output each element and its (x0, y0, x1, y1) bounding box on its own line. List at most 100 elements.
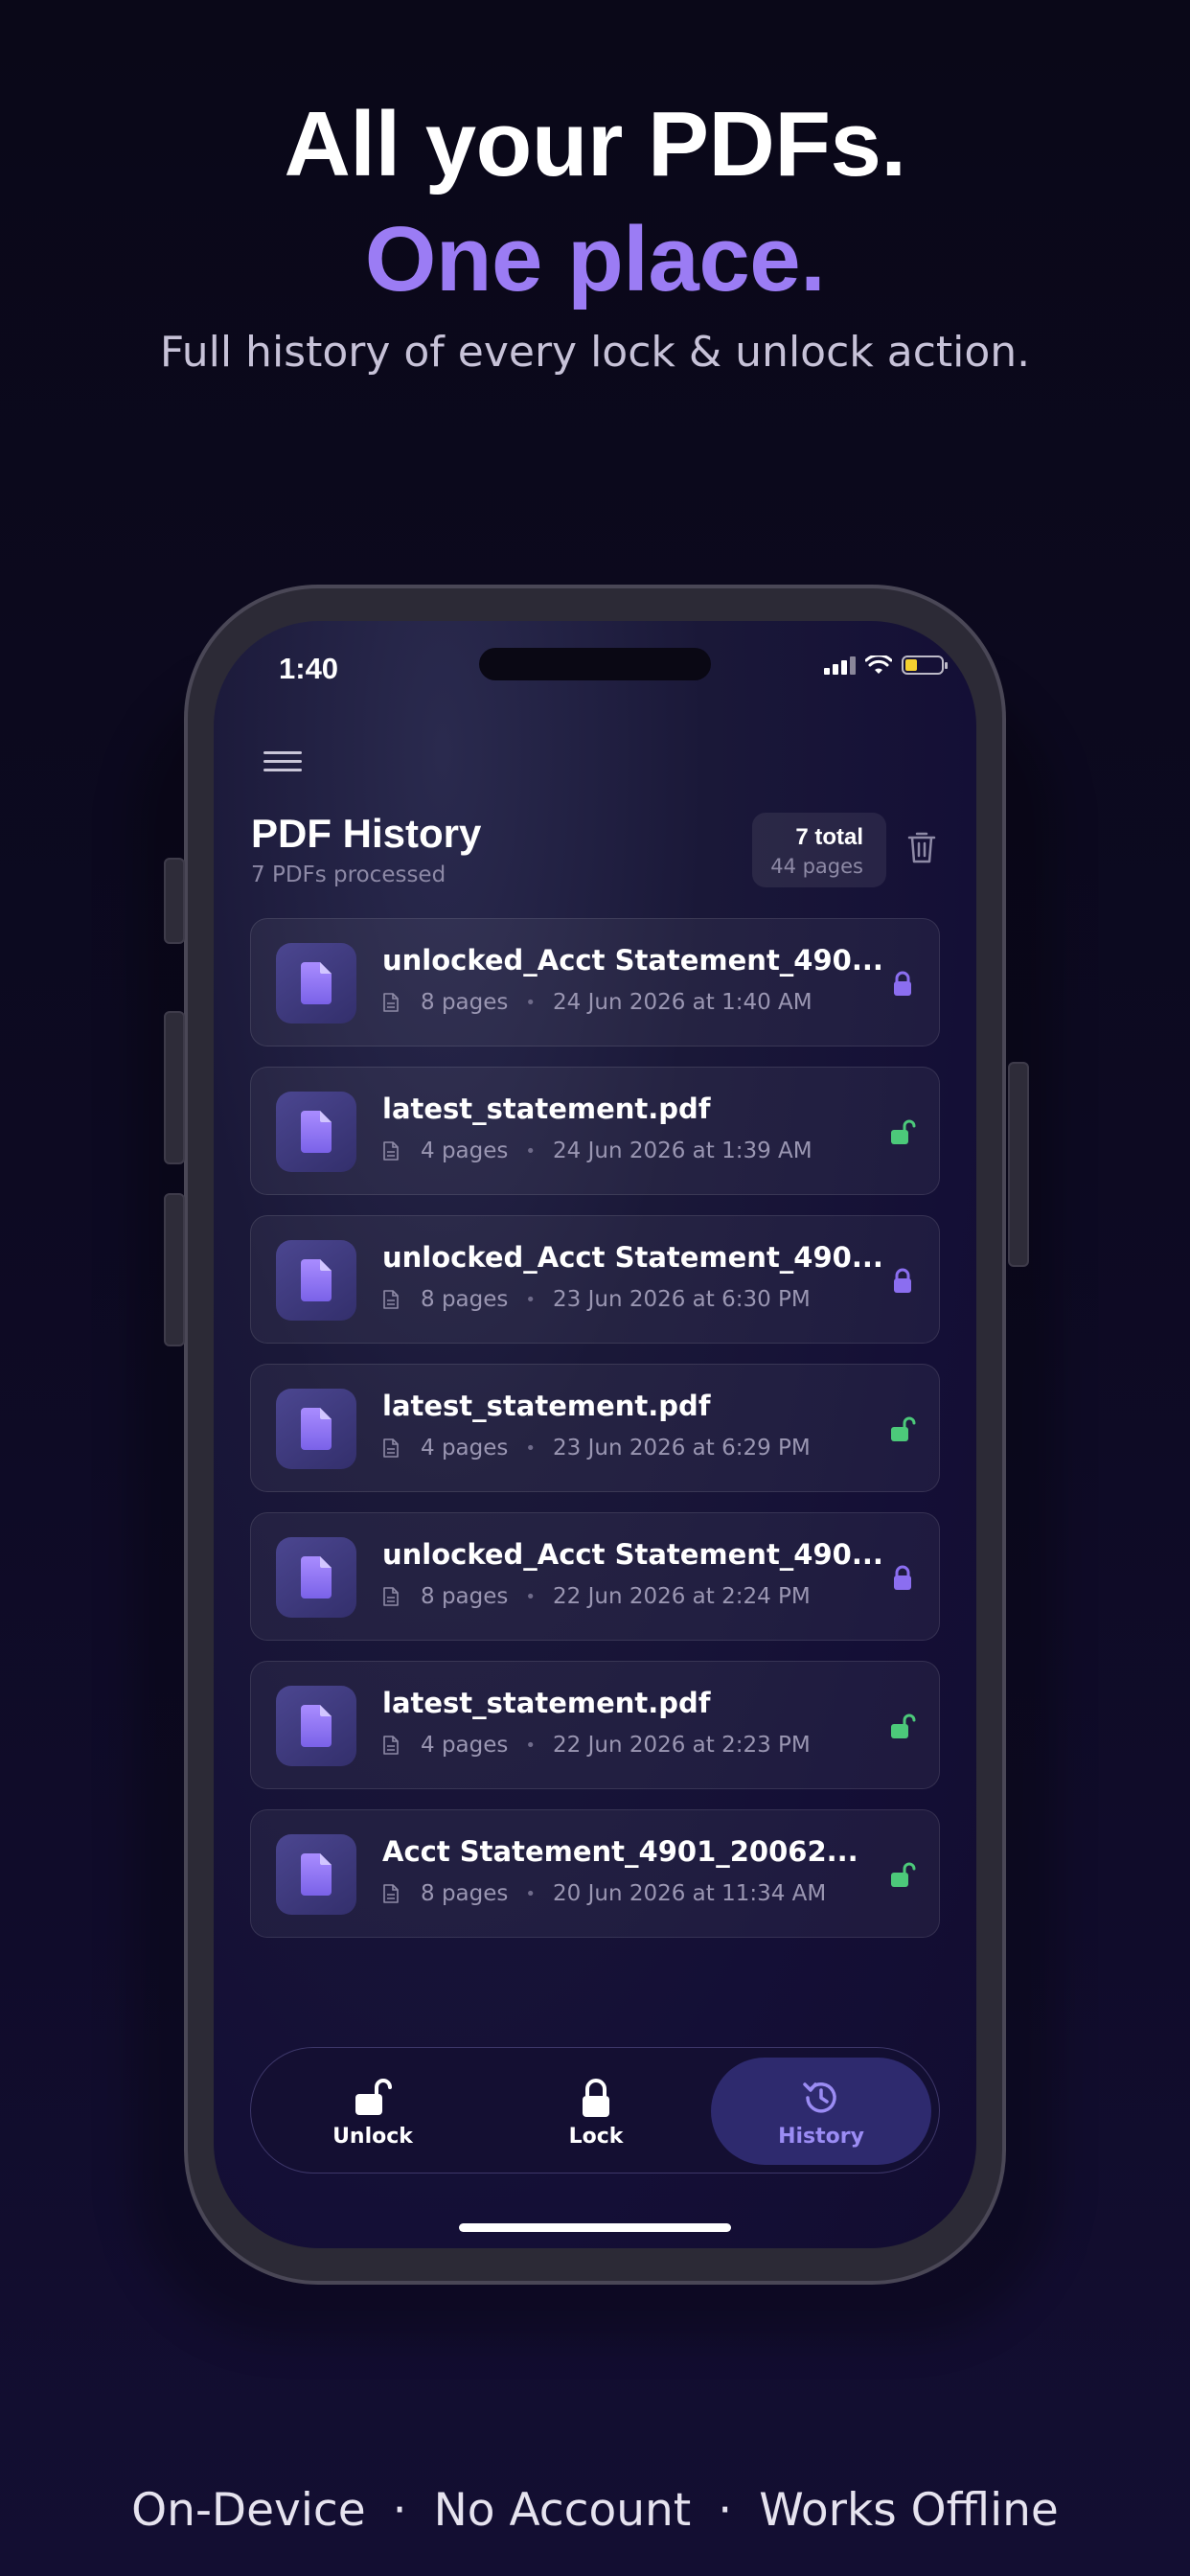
timestamp: 22 Jun 2026 at 2:23 PM (553, 1733, 811, 1758)
page-count: 8 pages (421, 990, 509, 1015)
locked-status-icon (894, 1268, 911, 1293)
phone-side-button (164, 858, 185, 944)
unlocked-status-icon (891, 1416, 916, 1441)
status-time: 1:40 (279, 652, 339, 685)
meta-separator: • (525, 1289, 536, 1310)
page-count: 8 pages (421, 1584, 509, 1609)
page-subtitle: 7 PDFs processed (251, 862, 446, 887)
status-icons (824, 656, 948, 675)
pdf-file-icon (276, 1092, 356, 1172)
file-name: unlocked_Acct Statement_490... (382, 944, 883, 977)
unlock-icon (355, 2079, 392, 2115)
signal-icon (824, 656, 856, 675)
page-count: 8 pages (421, 1287, 509, 1312)
timestamp: 23 Jun 2026 at 6:29 PM (553, 1436, 811, 1460)
hero-title-line-1: All your PDFs. (284, 93, 906, 196)
file-meta: 4 pages • 24 Jun 2026 at 1:39 AM (382, 1138, 812, 1163)
phone-side-button (164, 1011, 185, 1164)
file-name: Acct Statement_4901_20062... (382, 1835, 858, 1868)
total-count: 7 total (795, 824, 863, 850)
locked-status-icon (894, 1565, 911, 1590)
pdf-file-icon (276, 1240, 356, 1321)
timestamp: 23 Jun 2026 at 6:30 PM (553, 1287, 811, 1312)
battery-icon (902, 656, 948, 675)
document-icon (383, 993, 399, 1012)
file-meta: 8 pages • 24 Jun 2026 at 1:40 AM (382, 990, 812, 1015)
tab-lock[interactable]: Lock (486, 2048, 706, 2174)
tab-unlock[interactable]: Unlock (263, 2048, 483, 2174)
footer-features: On-Device · No Account · Works Offline (0, 2484, 1190, 2537)
tab-label: Lock (568, 2125, 624, 2149)
history-card[interactable]: latest_statement.pdf 4 pages • 23 Jun 20… (250, 1364, 940, 1492)
document-icon (383, 1884, 399, 1903)
meta-separator: • (525, 1735, 536, 1756)
file-name: latest_statement.pdf (382, 1390, 711, 1422)
unlocked-status-icon (891, 1862, 916, 1887)
file-meta: 4 pages • 23 Jun 2026 at 6:29 PM (382, 1436, 811, 1460)
file-meta: 4 pages • 22 Jun 2026 at 2:23 PM (382, 1733, 811, 1758)
meta-separator: • (525, 1883, 536, 1904)
file-meta: 8 pages • 23 Jun 2026 at 6:30 PM (382, 1287, 811, 1312)
file-name: unlocked_Acct Statement_490... (382, 1241, 883, 1274)
file-meta: 8 pages • 22 Jun 2026 at 2:24 PM (382, 1584, 811, 1609)
file-name: unlocked_Acct Statement_490... (382, 1538, 883, 1571)
document-icon (383, 1290, 399, 1309)
total-pages: 44 pages (770, 855, 863, 878)
history-card[interactable]: Acct Statement_4901_20062... 8 pages • 2… (250, 1809, 940, 1938)
unlocked-status-icon (891, 1714, 916, 1738)
feature-works-offline: Works Offline (759, 2484, 1059, 2537)
file-name: latest_statement.pdf (382, 1687, 711, 1719)
pdf-file-icon (276, 1537, 356, 1618)
page-count: 4 pages (421, 1138, 509, 1163)
history-card[interactable]: unlocked_Acct Statement_490... 8 pages •… (250, 1512, 940, 1641)
meta-separator: • (525, 1438, 536, 1459)
history-card[interactable]: latest_statement.pdf 4 pages • 22 Jun 20… (250, 1661, 940, 1789)
page-count: 4 pages (421, 1436, 509, 1460)
phone-side-button (164, 1193, 185, 1346)
document-icon (383, 1587, 399, 1606)
timestamp: 22 Jun 2026 at 2:24 PM (553, 1584, 811, 1609)
hero-subtitle: Full history of every lock & unlock acti… (159, 328, 1031, 377)
pdf-file-icon (276, 1389, 356, 1469)
history-card[interactable]: unlocked_Acct Statement_490... 8 pages •… (250, 918, 940, 1046)
dynamic-island (479, 648, 711, 680)
trash-icon[interactable] (907, 830, 936, 864)
unlocked-status-icon (891, 1119, 916, 1144)
app-screen: 1:40 PDF History 7 PDFs processed 7 tota… (214, 621, 976, 2248)
meta-separator: • (525, 992, 536, 1013)
document-icon (383, 1736, 399, 1755)
file-name: latest_statement.pdf (382, 1092, 711, 1125)
separator: · (718, 2484, 733, 2537)
pdf-file-icon (276, 943, 356, 1024)
separator: · (392, 2484, 407, 2537)
history-icon (803, 2082, 836, 2113)
tab-bar: Unlock Lock History (250, 2047, 940, 2174)
document-icon (383, 1141, 399, 1161)
timestamp: 24 Jun 2026 at 1:39 AM (553, 1138, 812, 1163)
tab-label: History (778, 2125, 864, 2149)
history-card[interactable]: latest_statement.pdf 4 pages • 24 Jun 20… (250, 1067, 940, 1195)
locked-status-icon (894, 971, 911, 996)
pdf-file-icon (276, 1686, 356, 1766)
meta-separator: • (525, 1140, 536, 1162)
home-indicator (459, 2223, 731, 2232)
meta-separator: • (525, 1586, 536, 1607)
phone-side-button (1008, 1062, 1029, 1267)
lock-icon (583, 2079, 609, 2117)
wifi-icon (865, 656, 892, 674)
history-card[interactable]: unlocked_Acct Statement_490... 8 pages •… (250, 1215, 940, 1344)
page-count: 8 pages (421, 1881, 509, 1906)
document-icon (383, 1438, 399, 1458)
feature-on-device: On-Device (131, 2484, 366, 2537)
tab-label: Unlock (332, 2125, 413, 2149)
timestamp: 24 Jun 2026 at 1:40 AM (553, 990, 812, 1015)
tab-history[interactable]: History (711, 2058, 931, 2165)
feature-no-account: No Account (433, 2484, 692, 2537)
page-count: 4 pages (421, 1733, 509, 1758)
file-meta: 8 pages • 20 Jun 2026 at 11:34 AM (382, 1881, 826, 1906)
hero-title-line-2: One place. (364, 208, 826, 310)
pdf-file-icon (276, 1834, 356, 1915)
history-list: unlocked_Acct Statement_490... 8 pages •… (250, 918, 940, 1958)
timestamp: 20 Jun 2026 at 11:34 AM (553, 1881, 827, 1906)
menu-icon[interactable] (263, 748, 304, 776)
